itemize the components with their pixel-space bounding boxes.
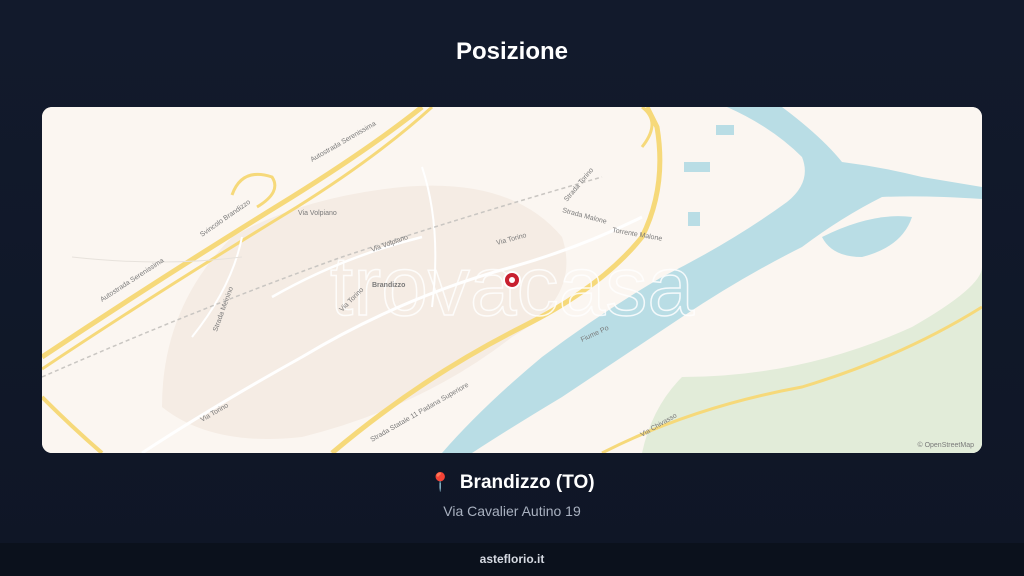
- location-title: 📍 Brandizzo (TO): [0, 472, 1024, 494]
- pond: [716, 125, 734, 135]
- pin-icon: 📍: [429, 472, 452, 492]
- map-attribution: © OpenStreetMap: [917, 441, 974, 449]
- location-info: 📍 Brandizzo (TO) Via Cavalier Autino 19: [0, 472, 1024, 519]
- map-view[interactable]: trovacasa Brandizzo Autostrada Serenissi…: [42, 107, 982, 453]
- address-label: Via Cavalier Autino 19: [443, 503, 581, 519]
- page-title: Posizione: [455, 38, 569, 65]
- map-marker-icon[interactable]: [503, 271, 521, 289]
- city-label: Brandizzo (TO): [459, 472, 595, 493]
- pond: [684, 162, 710, 172]
- pond: [688, 212, 700, 226]
- footer-site: asteflorio.it: [0, 543, 1024, 576]
- map-canvas[interactable]: trovacasa Brandizzo Autostrada Serenissi…: [42, 107, 982, 453]
- town-label: Brandizzo: [372, 282, 405, 289]
- street-label: Via Volpiano: [298, 210, 337, 217]
